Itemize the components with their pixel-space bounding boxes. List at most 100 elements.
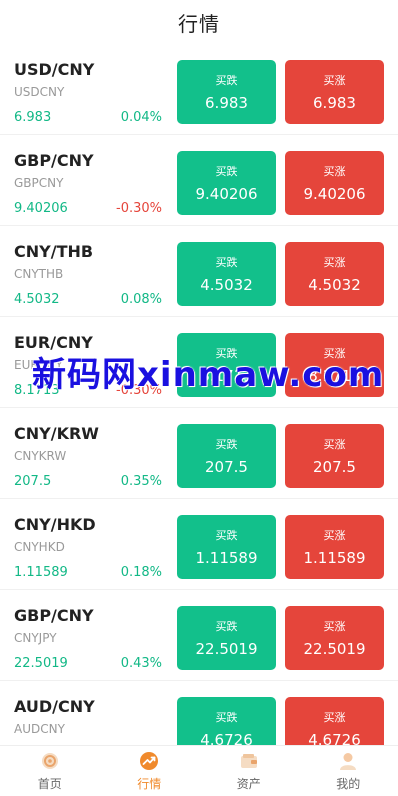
tab-label: 资产 [237,775,261,792]
user-icon [338,751,358,771]
buy-price: 1.11589 [303,549,365,567]
buy-price: 9.40206 [303,185,365,203]
buy-button[interactable]: 买涨 4.6726 [285,697,384,745]
sell-button[interactable]: 买跌 1.11589 [177,515,276,579]
list-item[interactable]: CNY/HKD CNYHKD 1.11589 0.18% 买跌 1.11589 … [0,499,398,590]
sell-price: 4.6726 [200,731,253,745]
home-icon [40,751,60,771]
buy-button[interactable]: 买涨 1.11589 [285,515,384,579]
sell-button[interactable]: 买跌 9.40206 [177,151,276,215]
pair-name: CNY/KRW [14,424,99,443]
pair-change: -0.30% [116,383,162,398]
sell-button[interactable]: 买跌 8.1713 [177,333,276,397]
sell-button-label: 买跌 [216,527,238,543]
buy-price: 207.5 [313,458,356,476]
bottom-tab-bar: 首页 行情 资产 我的 [0,745,398,796]
buy-button-label: 买涨 [324,254,346,270]
buy-button[interactable]: 买涨 22.5019 [285,606,384,670]
buy-price: 4.5032 [308,276,361,294]
list-item[interactable]: USD/CNY USDCNY 6.983 0.04% 买跌 6.983 买涨 6… [0,44,398,135]
pair-price: 22.5019 [14,656,68,671]
sell-button-label: 买跌 [216,345,238,361]
tab-home[interactable]: 首页 [0,746,100,796]
pair-code: CNYTHB [14,267,63,281]
sell-button-label: 买跌 [216,254,238,270]
tab-mine[interactable]: 我的 [299,746,398,796]
sell-button[interactable]: 买跌 6.983 [177,60,276,124]
pair-name: AUD/CNY [14,697,95,716]
list-item[interactable]: GBP/CNY GBPCNY 9.40206 -0.30% 买跌 9.40206… [0,135,398,226]
wallet-icon [239,751,259,771]
list-item[interactable]: CNY/KRW CNYKRW 207.5 0.35% 买跌 207.5 买涨 2… [0,408,398,499]
buy-price: 4.6726 [308,731,361,745]
pair-price: 6.983 [14,110,51,125]
list-item[interactable]: CNY/THB CNYTHB 4.5032 0.08% 买跌 4.5032 买涨… [0,226,398,317]
pair-code: CNYHKD [14,540,65,554]
pair-name: EUR/CNY [14,333,93,352]
pair-name: CNY/HKD [14,515,96,534]
sell-price: 1.11589 [195,549,257,567]
buy-button-label: 买涨 [324,436,346,452]
tab-label: 行情 [137,775,161,792]
list-item[interactable]: EUR/CNY EURCNY 8.1713 -0.30% 买跌 8.1713 买… [0,317,398,408]
pair-change: -0.30% [116,201,162,216]
tab-assets[interactable]: 资产 [199,746,299,796]
pair-price: 4.5032 [14,292,60,307]
pair-change: 0.04% [121,110,162,125]
sell-button[interactable]: 买跌 207.5 [177,424,276,488]
buy-price: 6.983 [313,94,356,112]
sell-button[interactable]: 买跌 4.6726 [177,697,276,745]
buy-button-label: 买涨 [324,72,346,88]
pair-change: 0.35% [121,474,162,489]
buy-button-label: 买涨 [324,618,346,634]
buy-button[interactable]: 买涨 4.5032 [285,242,384,306]
pair-name: GBP/CNY [14,151,94,170]
buy-button-label: 买涨 [324,709,346,725]
buy-button[interactable]: 买涨 9.40206 [285,151,384,215]
sell-price: 8.1713 [200,367,253,385]
pair-price: 1.11589 [14,565,68,580]
buy-button-label: 买涨 [324,345,346,361]
pair-change: 0.08% [121,292,162,307]
sell-price: 9.40206 [195,185,257,203]
sell-button-label: 买跌 [216,618,238,634]
page-title: 行情 [178,8,220,37]
buy-button-label: 买涨 [324,527,346,543]
buy-button[interactable]: 买涨 207.5 [285,424,384,488]
page-header: 行情 [0,0,398,44]
sell-price: 4.5032 [200,276,253,294]
sell-button[interactable]: 买跌 4.5032 [177,242,276,306]
buy-button[interactable]: 买涨 6.983 [285,60,384,124]
pair-change: 0.18% [121,565,162,580]
list-item[interactable]: GBP/CNY CNYJPY 22.5019 0.43% 买跌 22.5019 … [0,590,398,681]
buy-price: 8.1713 [308,367,361,385]
pair-code: EURCNY [14,358,63,372]
pair-code: CNYJPY [14,631,57,645]
pair-code: AUDCNY [14,722,65,736]
pair-code: USDCNY [14,85,64,99]
sell-price: 207.5 [205,458,248,476]
market-trend-icon [139,751,159,771]
sell-button-label: 买跌 [216,436,238,452]
pair-name: USD/CNY [14,60,94,79]
sell-button-label: 买跌 [216,163,238,179]
market-list[interactable]: USD/CNY USDCNY 6.983 0.04% 买跌 6.983 买涨 6… [0,44,398,745]
pair-price: 9.40206 [14,201,68,216]
list-item[interactable]: AUD/CNY AUDCNY 买跌 4.6726 买涨 4.6726 [0,681,398,745]
pair-code: GBPCNY [14,176,63,190]
tab-label: 我的 [336,775,360,792]
buy-price: 22.5019 [303,640,365,658]
tab-label: 首页 [38,775,62,792]
sell-price: 22.5019 [195,640,257,658]
pair-price: 8.1713 [14,383,60,398]
pair-code: CNYKRW [14,449,66,463]
pair-name: GBP/CNY [14,606,94,625]
tab-market[interactable]: 行情 [100,746,200,796]
buy-button-label: 买涨 [324,163,346,179]
sell-button-label: 买跌 [216,72,238,88]
buy-button[interactable]: 买涨 8.1713 [285,333,384,397]
pair-change: 0.43% [121,656,162,671]
sell-button-label: 买跌 [216,709,238,725]
pair-price: 207.5 [14,474,51,489]
sell-button[interactable]: 买跌 22.5019 [177,606,276,670]
